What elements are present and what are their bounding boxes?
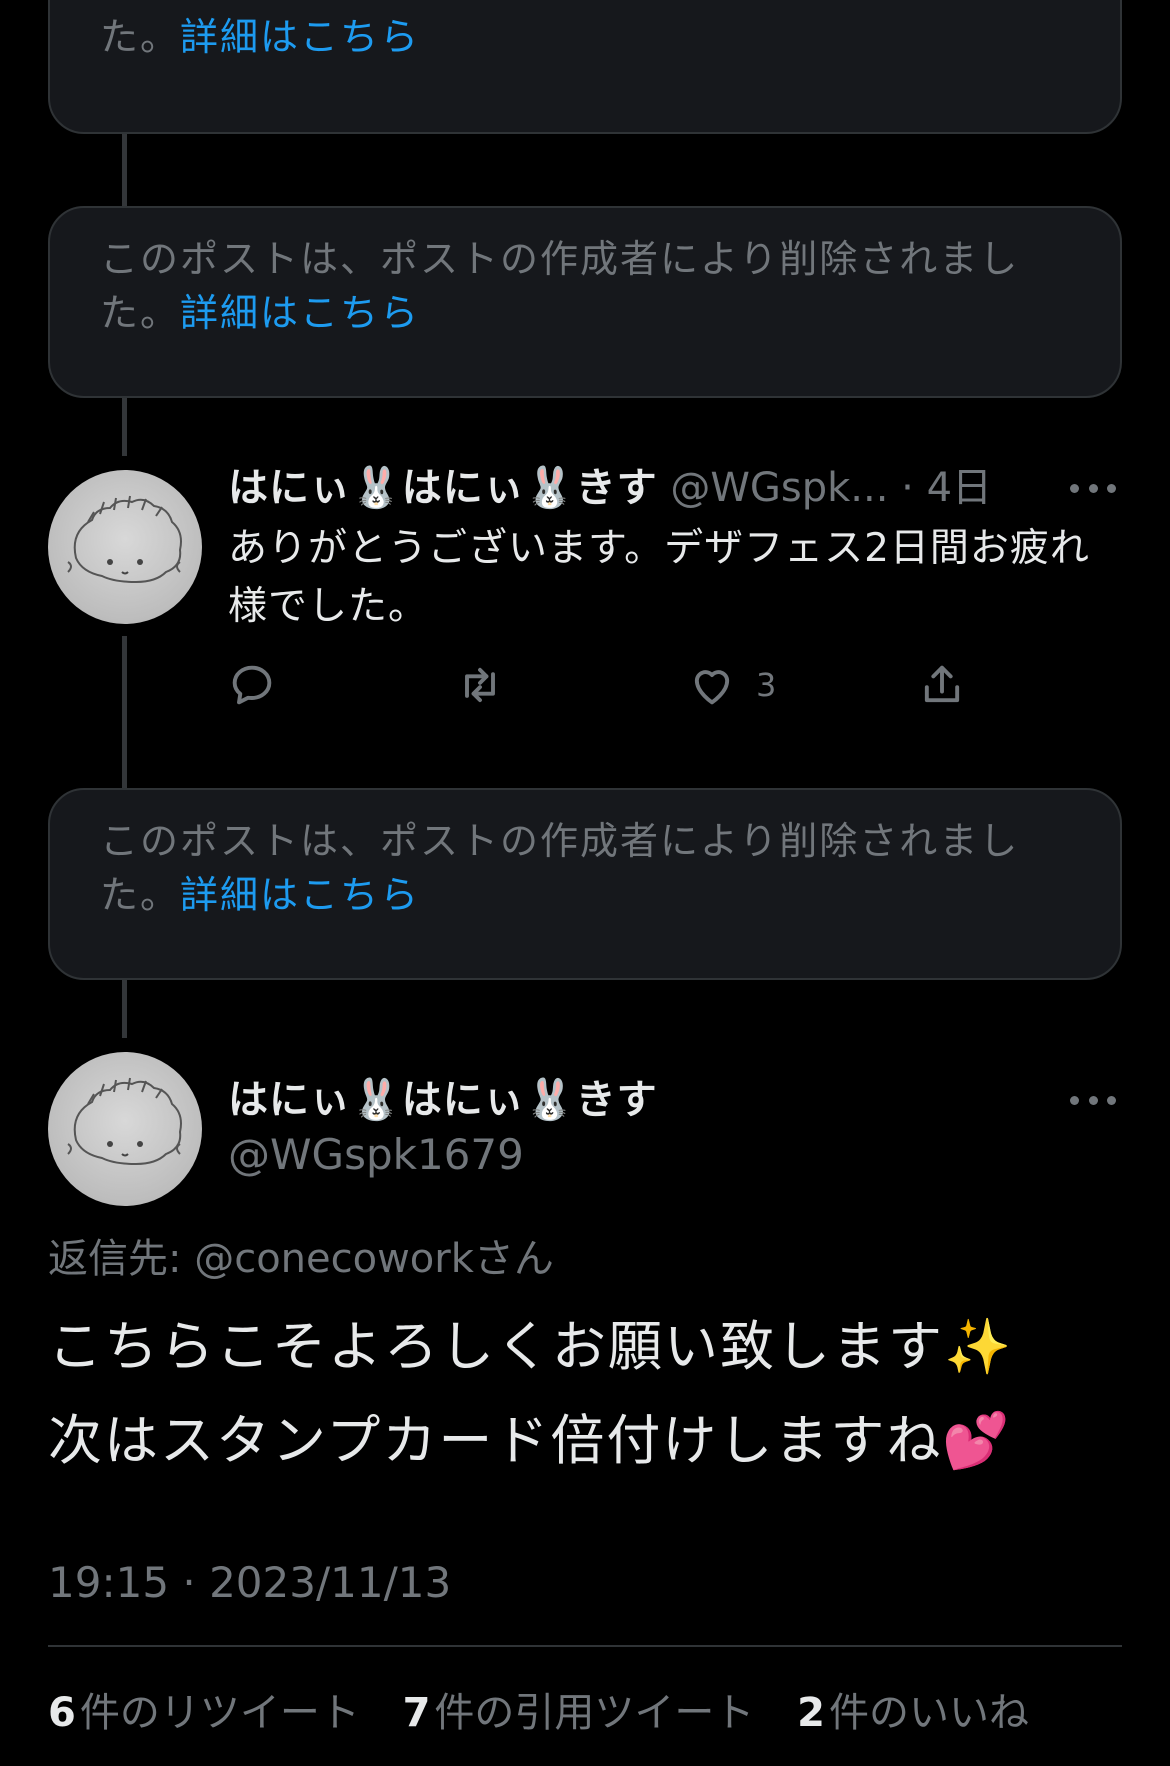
more-options-icon[interactable] [1070, 1090, 1116, 1110]
retweet-action[interactable] [454, 656, 506, 714]
details-link[interactable]: 詳細はこちら [180, 291, 420, 335]
deleted-notice-text: このポストは、ポストの作成者により削除されまし た。詳細はこちら [100, 0, 1017, 59]
retweet-icon [465, 667, 495, 703]
user-handle[interactable]: @WGspk... [670, 465, 888, 511]
comment-icon [232, 665, 272, 705]
hedgehog-avatar-icon [67, 495, 182, 584]
thread-line [122, 398, 127, 456]
deleted-post-card: このポストは、ポストの作成者により削除されまし た。詳細はこちら [48, 206, 1122, 398]
more-options-icon[interactable] [1070, 478, 1116, 498]
thread-line [122, 134, 127, 206]
reply-to-mention[interactable]: @conecowork [194, 1236, 474, 1282]
post-text: こちらこそよろしくお願い致します✨ 次はスタンプカード倍付けしますね💕 [48, 1315, 1014, 1472]
retweets-stat[interactable]: 6 件のリツイート [48, 1690, 360, 1736]
heart-icon [694, 670, 730, 705]
main-post-header: はにぃ🐰はにぃ🐰きす [228, 1074, 658, 1126]
display-name[interactable]: はにぃ🐰はにぃ🐰きす [228, 465, 658, 511]
like-count: 3 [756, 666, 777, 704]
thread-line [122, 980, 127, 1038]
post-age: 4日 [926, 465, 993, 511]
reply-text: ありがとうございます。デザフェス2日間お疲れ様でした。 [228, 526, 1090, 629]
deleted-notice-text: このポストは、ポストの作成者により削除されまし た。詳細はこちら [100, 237, 1020, 335]
user-handle[interactable]: @WGspk1679 [228, 1130, 524, 1179]
avatar[interactable] [48, 1052, 202, 1206]
reply-to-line: 返信先: @conecoworkさん [48, 1236, 554, 1282]
deleted-notice-text: このポストは、ポストの作成者により削除されまし た。詳細はこちら [100, 819, 1020, 917]
reply-action[interactable] [226, 656, 278, 714]
share-action[interactable] [916, 656, 968, 714]
engagement-stats: 6 件のリツイート 7 件の引用ツイート 2 件のいいね [48, 1680, 1059, 1738]
deleted-post-card: このポストは、ポストの作成者により削除されまし た。詳細はこちら [48, 0, 1122, 134]
display-name[interactable]: はにぃ🐰はにぃ🐰きす [228, 1077, 658, 1123]
divider [48, 1645, 1122, 1647]
likes-stat[interactable]: 2 件のいいね [797, 1690, 1029, 1736]
avatar[interactable] [48, 470, 202, 624]
quotes-stat[interactable]: 7 件の引用ツイート [403, 1690, 755, 1736]
reply-header: はにぃ🐰はにぃ🐰きす @WGspk... · 4日 [228, 465, 993, 511]
thread-line [122, 636, 127, 788]
like-action[interactable]: 3 [686, 656, 776, 714]
post-timestamp[interactable]: 19:15 · 2023/11/13 [48, 1558, 451, 1607]
deleted-post-card: このポストは、ポストの作成者により削除されまし た。詳細はこちら [48, 788, 1122, 980]
hedgehog-avatar-icon [67, 1077, 182, 1166]
details-link[interactable]: 詳細はこちら [180, 873, 420, 917]
details-link[interactable]: 詳細はこちら [180, 15, 420, 59]
share-icon [924, 665, 960, 703]
